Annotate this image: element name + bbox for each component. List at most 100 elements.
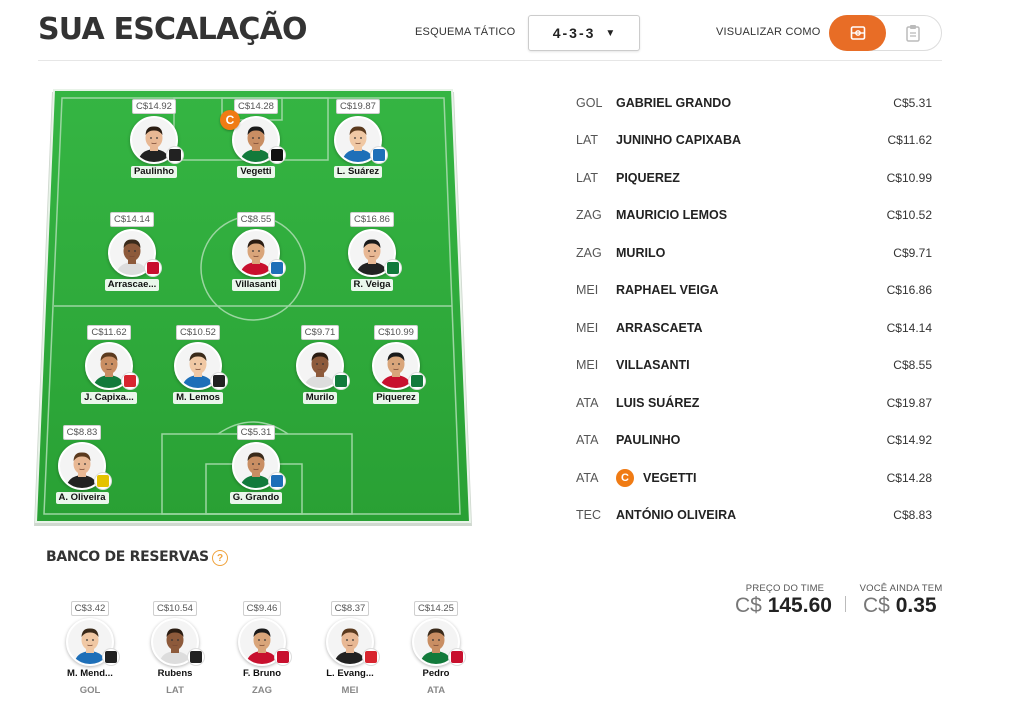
- player-name: Piquerez: [373, 392, 419, 404]
- lineup-row[interactable]: MEI ARRASCAETA C$14.14: [570, 309, 938, 347]
- avatar: [348, 229, 402, 277]
- team-price-currency: C$: [735, 594, 762, 617]
- clipboard-icon: [905, 25, 920, 42]
- lineup-player-name: VILLASANTI: [616, 358, 893, 372]
- price-tag: C$8.55: [236, 212, 276, 227]
- lineup-price: C$14.92: [886, 433, 932, 448]
- bench-player-card[interactable]: C$3.42 M. Mend... GOL: [45, 598, 135, 697]
- lineup-price: C$19.87: [886, 395, 932, 410]
- player-name: Vegetti: [237, 166, 275, 178]
- field-player-card[interactable]: C$14.92 Paulinho: [106, 96, 202, 196]
- player-name: Rubens: [157, 668, 193, 679]
- lineup-row[interactable]: TEC ANTÓNIO OLIVEIRA C$8.83: [570, 497, 938, 535]
- lineup-player-name-text: ANTÓNIO OLIVEIRA: [616, 508, 737, 523]
- club-crest-icon: [210, 372, 228, 390]
- price-tag: C$11.62: [87, 325, 131, 340]
- price-tag: C$14.92: [132, 99, 176, 114]
- captain-badge: C: [220, 110, 240, 130]
- player-position: ATA: [426, 685, 446, 696]
- player-name: Arrascae...: [104, 279, 160, 291]
- field-player-card[interactable]: C$10.52 M. Lemos: [150, 322, 246, 422]
- bench-player-card[interactable]: C$9.46 F. Bruno ZAG: [217, 598, 307, 697]
- club-shield-icon: [105, 651, 117, 663]
- field-player-card[interactable]: C$10.99 Piquerez: [348, 322, 444, 422]
- avatar: [174, 342, 228, 390]
- lineup-row[interactable]: LAT PIQUEREZ C$10.99: [570, 159, 938, 197]
- avatar: [130, 116, 184, 164]
- field-player-card[interactable]: C$14.28 C Vegetti: [208, 96, 304, 196]
- lineup-position: ZAG: [576, 245, 602, 260]
- field-player-card[interactable]: C$14.14 Arrascae...: [84, 209, 180, 309]
- view-toggle: [829, 15, 942, 51]
- lineup-price: C$10.99: [886, 170, 932, 185]
- field-player-card[interactable]: C$11.62 J. Capixa...: [61, 322, 157, 422]
- lineup-position: ATA: [576, 395, 599, 410]
- lineup-position: ZAG: [576, 208, 602, 223]
- formation-select[interactable]: 4-3-3 ▼: [528, 15, 640, 51]
- lineup-row[interactable]: ZAG MAURICIO LEMOS C$10.52: [570, 197, 938, 235]
- avatar: [296, 342, 350, 390]
- lineup-price: C$9.71: [893, 245, 932, 260]
- player-name: R. Veiga: [350, 279, 394, 291]
- bench-player-card[interactable]: C$8.37 L. Evang... MEI: [305, 598, 395, 697]
- price-tag: C$19.87: [336, 99, 380, 114]
- field-player-card[interactable]: C$8.55 Villasanti: [208, 209, 304, 309]
- club-shield-icon: [190, 651, 202, 663]
- avatar: [232, 442, 286, 490]
- club-shield-icon: [411, 375, 423, 387]
- player-name: Villasanti: [232, 279, 280, 291]
- lineup-position: LAT: [576, 170, 598, 185]
- view-as-label: VISUALIZAR COMO: [716, 26, 821, 38]
- remaining-label: VOCÊ AINDA TEM: [859, 583, 943, 594]
- price-tag: C$5.31: [236, 425, 276, 440]
- club-crest-icon: [448, 648, 466, 666]
- club-crest-icon: [268, 259, 286, 277]
- player-name: L. Suárez: [333, 166, 383, 178]
- lineup-row[interactable]: MEI RAPHAEL VEIGA C$16.86: [570, 272, 938, 310]
- club-crest-icon: [384, 259, 402, 277]
- club-crest-icon: [370, 146, 388, 164]
- field-view-button[interactable]: [829, 15, 886, 51]
- player-position: GOL: [79, 685, 101, 696]
- lineup-player-name: MAURICIO LEMOS: [616, 208, 887, 222]
- lineup-row[interactable]: ATA PAULINHO C$14.92: [570, 422, 938, 460]
- lineup-player-name-text: VEGETTI: [643, 470, 697, 485]
- club-shield-icon: [124, 375, 136, 387]
- bench-player-card[interactable]: C$10.54 Rubens LAT: [130, 598, 220, 697]
- bench-player-card[interactable]: C$14.25 Pedro ATA: [391, 598, 481, 697]
- lineup-player-name-text: MAURICIO LEMOS: [616, 208, 728, 223]
- field-player-card[interactable]: C$16.86 R. Veiga: [324, 209, 420, 309]
- price-tag: C$10.99: [374, 325, 418, 340]
- price-tag: C$10.54: [153, 601, 197, 616]
- remaining-budget: C$ 0.35: [863, 594, 937, 618]
- field-player-card[interactable]: C$5.31 G. Grando: [208, 422, 304, 522]
- lineup-player-name: RAPHAEL VEIGA: [616, 283, 887, 297]
- help-icon[interactable]: ?: [212, 550, 228, 566]
- field-player-card[interactable]: C$19.87 L. Suárez: [310, 96, 406, 196]
- lineup-row[interactable]: GOL GABRIEL GRANDO C$5.31: [570, 84, 938, 122]
- club-crest-icon: [268, 146, 286, 164]
- list-view-button[interactable]: [884, 15, 941, 51]
- lineup-row[interactable]: LAT JUNINHO CAPIXABA C$11.62: [570, 122, 938, 160]
- player-name: Pedro: [422, 668, 450, 679]
- remaining-value: 0.35: [895, 594, 937, 617]
- lineup-price: C$14.28: [886, 470, 932, 485]
- lineup-player-name-text: PAULINHO: [616, 433, 681, 448]
- lineup-price: C$11.62: [887, 133, 932, 148]
- avatar: [412, 618, 466, 666]
- avatar: C: [220, 110, 286, 164]
- lineup-price: C$5.31: [893, 95, 932, 110]
- lineup-page: SUA ESCALAÇÃO ESQUEMA TÁTICO 4-3-3 ▼ VIS…: [0, 0, 1024, 716]
- lineup-position: MEI: [576, 320, 599, 335]
- lineup-row[interactable]: ZAG MURILO C$9.71: [570, 234, 938, 272]
- lineup-player-name-text: ARRASCAETA: [616, 320, 703, 335]
- lineup-row[interactable]: MEI VILLASANTI C$8.55: [570, 347, 938, 385]
- player-name: Paulinho: [130, 166, 178, 178]
- player-name: M. Lemos: [173, 392, 223, 404]
- lineup-row[interactable]: ATA C VEGETTI C$14.28: [570, 459, 938, 497]
- lineup-row[interactable]: ATA LUIS SUÁREZ C$19.87: [570, 384, 938, 422]
- club-shield-icon: [147, 262, 159, 274]
- field-player-card[interactable]: C$8.83 A. Oliveira: [34, 422, 130, 522]
- bench-title: BANCO DE RESERVAS: [46, 549, 209, 565]
- lineup-player-name-text: GABRIEL GRANDO: [616, 95, 732, 110]
